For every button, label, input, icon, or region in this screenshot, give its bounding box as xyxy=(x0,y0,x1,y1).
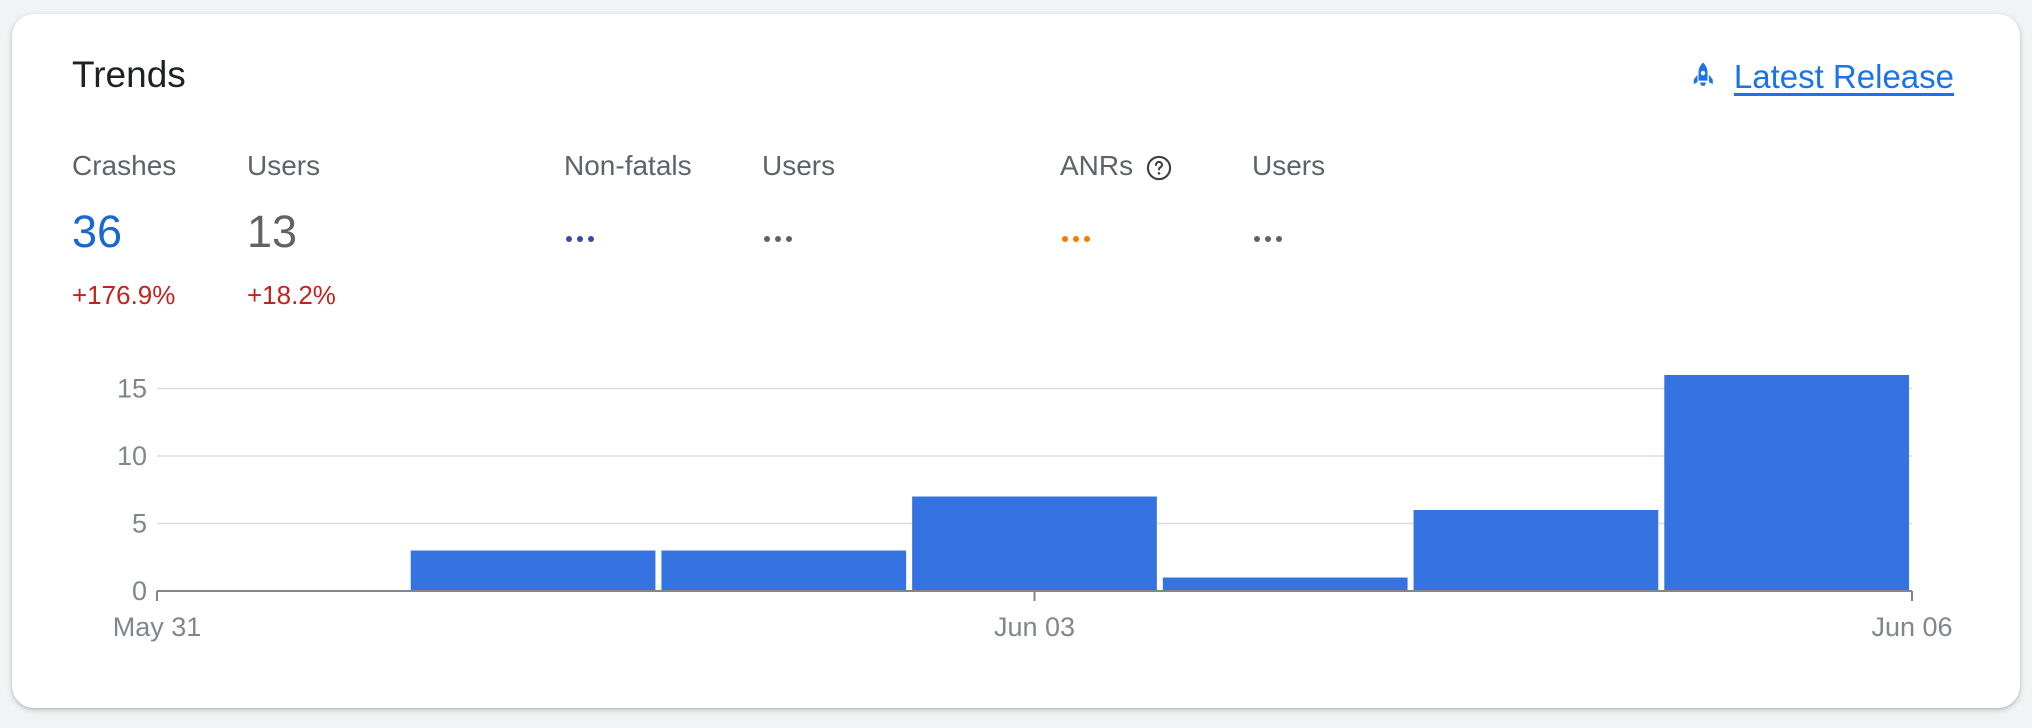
x-tick-label: May 31 xyxy=(113,612,202,642)
bar-jun-01 xyxy=(410,550,656,591)
trends-card: Trends Latest Release Crashes 36 +176.9%… xyxy=(12,14,2020,708)
y-tick-label: 5 xyxy=(132,509,147,539)
y-tick-label: 15 xyxy=(117,374,147,404)
bar-jun-02 xyxy=(661,550,907,591)
bar-jun-06 xyxy=(1664,375,1909,591)
y-tick-label: 0 xyxy=(132,576,147,606)
bar-jun-05 xyxy=(1413,510,1659,591)
bar-jun-03 xyxy=(912,496,1157,591)
x-tick-label: Jun 06 xyxy=(1871,612,1952,642)
y-tick-label: 10 xyxy=(117,441,147,471)
bar-jun-04 xyxy=(1162,577,1408,591)
crashes-bar-chart: 0 5 10 15 May 31 Jun 03 Jun 06 xyxy=(113,374,1953,643)
x-tick-label: Jun 03 xyxy=(994,612,1075,642)
